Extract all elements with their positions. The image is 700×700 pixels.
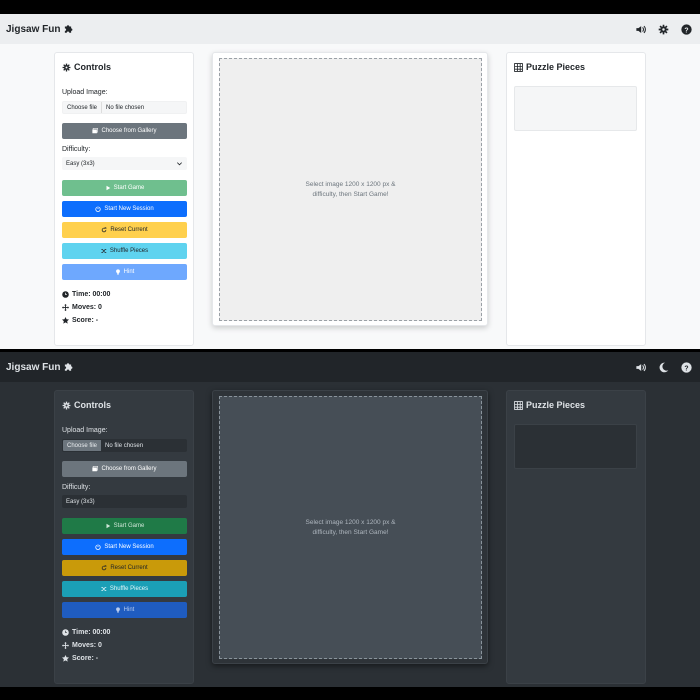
upload-label: Upload Image: [62, 89, 108, 96]
board-placeholder: Select image 1200 x 1200 px & difficulty… [305, 518, 396, 536]
pieces-tray[interactable] [514, 86, 637, 131]
navbar: Jigsaw Fun ? [0, 14, 700, 44]
pieces-title: Puzzle Pieces [514, 400, 585, 410]
reset-current-button[interactable]: Reset Current [62, 222, 187, 238]
shuffle-pieces-button[interactable]: Shuffle Pieces [62, 581, 187, 597]
lightbulb-icon [115, 269, 120, 275]
hint-button[interactable]: Hint [62, 602, 187, 618]
board-placeholder: Select image 1200 x 1200 px & difficulty… [305, 180, 396, 198]
controls-title: Controls [62, 62, 111, 72]
gallery-button[interactable]: Choose from Gallery [62, 461, 187, 477]
star-icon [62, 655, 69, 662]
lightbulb-icon [115, 607, 120, 613]
bottom-border [0, 687, 700, 700]
score-stat: Score: - [62, 317, 98, 324]
play-icon [106, 523, 110, 529]
redo-icon [102, 227, 107, 233]
choose-file-button[interactable]: Choose file [63, 440, 102, 451]
puzzle-board[interactable]: Select image 1200 x 1200 px & difficulty… [219, 58, 482, 321]
pieces-title: Puzzle Pieces [514, 62, 585, 72]
start-game-button[interactable]: Start Game [62, 180, 187, 196]
shuffle-icon [101, 249, 107, 253]
time-stat: Time: 00:00 [62, 629, 110, 636]
power-icon [95, 206, 101, 212]
difficulty-select[interactable]: Easy (3x3) [62, 495, 187, 508]
svg-text:?: ? [684, 27, 688, 34]
controls-title: Controls [62, 400, 111, 410]
puzzle-board[interactable]: Select image 1200 x 1200 px & difficulty… [219, 396, 482, 659]
svg-text:?: ? [684, 365, 688, 372]
controls-panel: Controls Upload Image: Choose file No fi… [54, 52, 194, 346]
puzzle-board-card: Select image 1200 x 1200 px & difficulty… [212, 52, 488, 326]
file-status: No file chosen [106, 104, 145, 111]
file-status: No file chosen [105, 442, 144, 449]
difficulty-label: Difficulty: [62, 484, 91, 491]
puzzle-pieces-panel: Puzzle Pieces [506, 390, 646, 684]
images-icon [92, 128, 99, 134]
gear-icon [62, 401, 71, 409]
moves-stat: Moves: 0 [62, 642, 102, 649]
moon-icon[interactable] [658, 362, 669, 373]
clock-icon [62, 629, 69, 636]
clock-icon [62, 291, 69, 298]
volume-icon[interactable] [635, 362, 646, 373]
gear-icon[interactable] [658, 24, 669, 35]
star-icon [62, 317, 69, 324]
power-icon [95, 544, 101, 550]
controls-panel: Controls Upload Image: Choose file No fi… [54, 390, 194, 684]
app-title: Jigsaw Fun [6, 23, 61, 35]
volume-icon[interactable] [635, 24, 646, 35]
grid-icon [514, 62, 523, 72]
redo-icon [102, 565, 107, 571]
app-brand[interactable]: Jigsaw Fun [6, 362, 73, 373]
help-icon[interactable]: ? [681, 361, 692, 373]
app-brand[interactable]: Jigsaw Fun [6, 24, 73, 35]
navbar: Jigsaw Fun ? [0, 352, 700, 382]
help-icon[interactable]: ? [681, 23, 692, 35]
upload-label: Upload Image: [62, 427, 108, 434]
puzzle-icon [65, 363, 73, 371]
top-border [0, 0, 700, 14]
dark-theme-view: Jigsaw Fun ? Controls Upload Image: Choo… [0, 352, 700, 687]
difficulty-label: Difficulty: [62, 146, 91, 153]
app-title: Jigsaw Fun [6, 361, 61, 373]
start-game-button[interactable]: Start Game [62, 518, 187, 534]
play-icon [106, 185, 110, 191]
moves-stat: Moves: 0 [62, 304, 102, 311]
start-new-session-button[interactable]: Start New Session [62, 201, 187, 217]
reset-current-button[interactable]: Reset Current [62, 560, 187, 576]
file-input[interactable]: Choose file No file chosen [62, 439, 187, 452]
hint-button[interactable]: Hint [62, 264, 187, 280]
start-new-session-button[interactable]: Start New Session [62, 539, 187, 555]
shuffle-icon [101, 587, 107, 591]
images-icon [92, 466, 99, 472]
score-stat: Score: - [62, 655, 98, 662]
gear-icon [62, 63, 71, 71]
light-theme-view: Jigsaw Fun ? Controls Upload Image: Choo… [0, 14, 700, 349]
puzzle-icon [65, 25, 73, 33]
puzzle-pieces-panel: Puzzle Pieces [506, 52, 646, 346]
pieces-tray[interactable] [514, 424, 637, 469]
chevron-down-icon [177, 162, 182, 166]
gallery-button[interactable]: Choose from Gallery [62, 123, 187, 139]
arrows-icon [62, 304, 69, 311]
arrows-icon [62, 642, 69, 649]
choose-file-button[interactable]: Choose file [63, 102, 103, 113]
time-stat: Time: 00:00 [62, 291, 110, 298]
grid-icon [514, 400, 523, 410]
file-input[interactable]: Choose file No file chosen [62, 101, 187, 114]
difficulty-select[interactable]: Easy (3x3) [62, 157, 187, 170]
shuffle-pieces-button[interactable]: Shuffle Pieces [62, 243, 187, 259]
puzzle-board-card: Select image 1200 x 1200 px & difficulty… [212, 390, 488, 664]
